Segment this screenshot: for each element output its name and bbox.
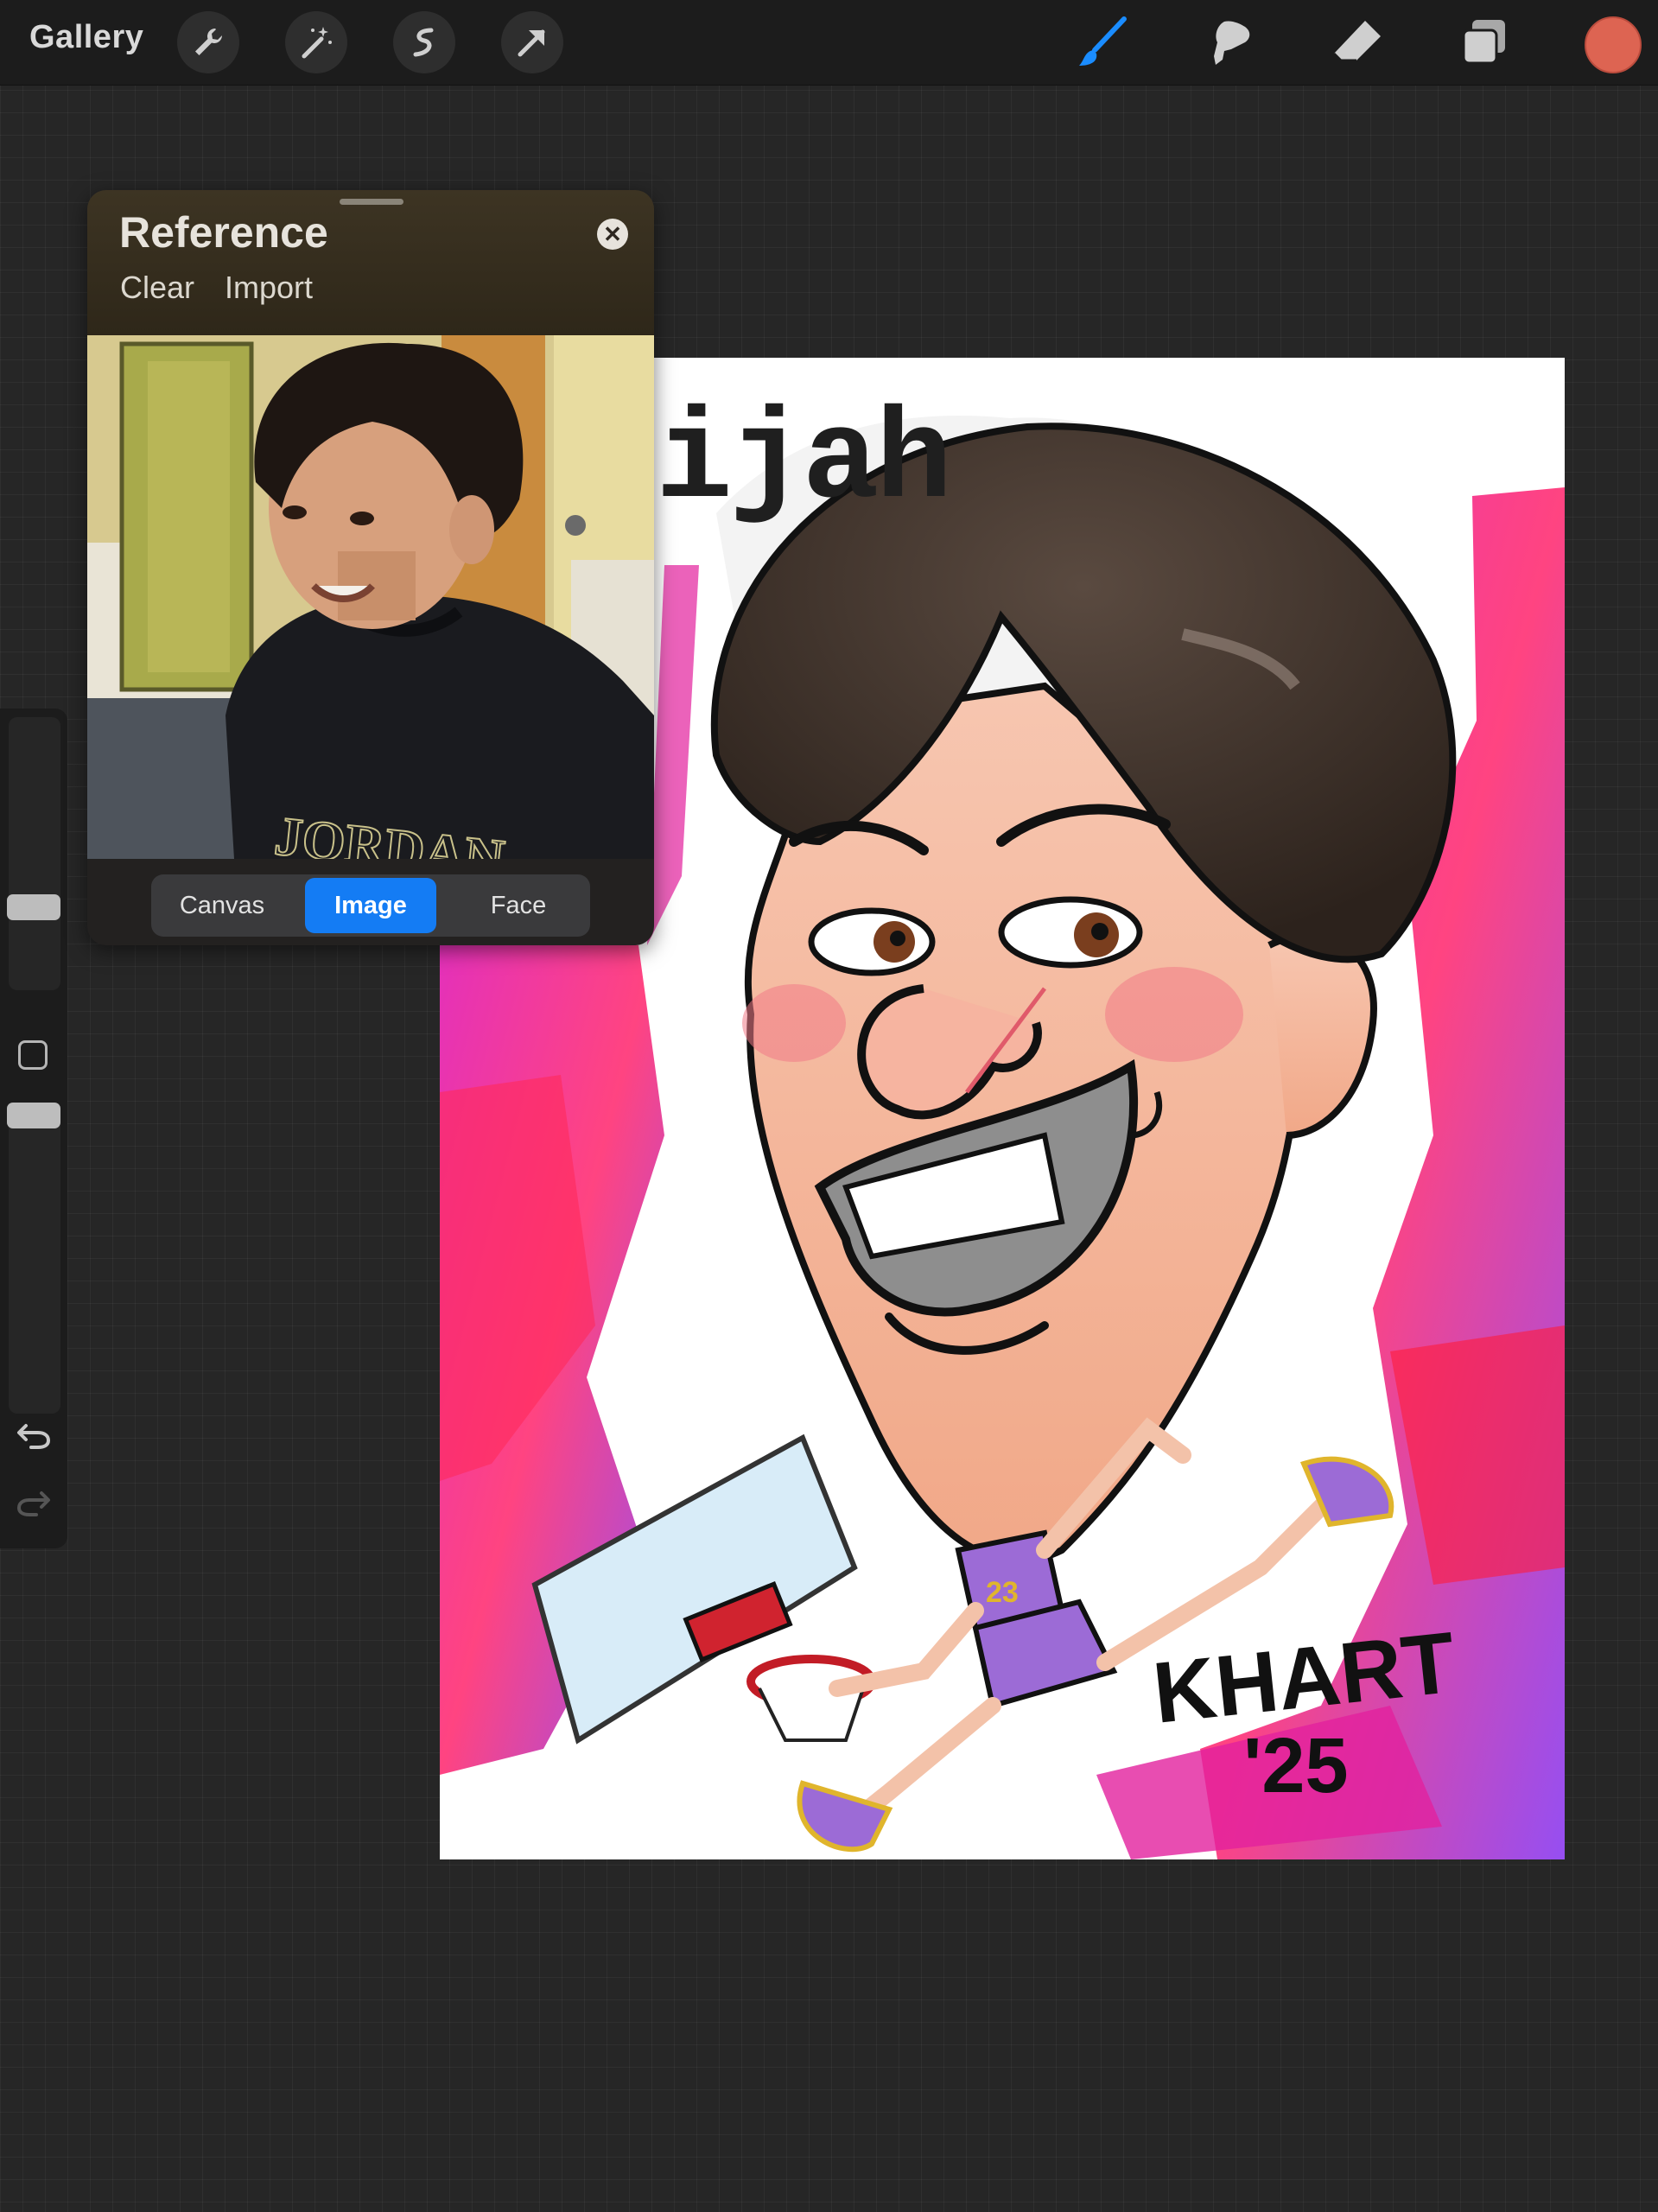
brush-size-slider[interactable]	[7, 717, 60, 990]
import-button[interactable]: Import	[225, 270, 313, 306]
tab-face[interactable]: Face	[450, 878, 587, 933]
transform-arrow-icon	[518, 29, 545, 57]
selection-button[interactable]	[393, 11, 455, 73]
layers-button[interactable]	[1456, 14, 1513, 71]
reference-panel[interactable]: Reference ✕ Clear Import JORDAN Canvas I…	[87, 190, 654, 945]
smudge-button[interactable]	[1203, 14, 1260, 71]
selection-icon	[413, 28, 434, 57]
reference-title: Reference	[119, 208, 328, 257]
top-toolbar: Gallery	[0, 0, 1658, 86]
brush-icon	[1079, 16, 1127, 66]
adjustments-button[interactable]	[285, 11, 347, 73]
redo-icon[interactable]	[16, 1488, 52, 1517]
eraser-icon	[1332, 21, 1381, 62]
wrench-icon	[195, 28, 222, 55]
clear-button[interactable]: Clear	[120, 270, 194, 306]
jersey-number: 23	[986, 1576, 1019, 1609]
transform-button[interactable]	[501, 11, 563, 73]
reference-header: Reference ✕ Clear Import	[87, 190, 654, 335]
layers-icon	[1462, 20, 1505, 65]
opacity-thumb[interactable]	[7, 1103, 60, 1128]
panel-drag-handle[interactable]	[340, 199, 403, 205]
undo-icon[interactable]	[16, 1421, 52, 1450]
tab-image[interactable]: Image	[305, 878, 436, 933]
reference-mode-selector: Canvas Image Face	[151, 874, 590, 937]
gallery-button[interactable]: Gallery	[29, 19, 143, 56]
modify-button[interactable]	[18, 1040, 48, 1070]
tab-canvas[interactable]: Canvas	[155, 878, 289, 933]
color-picker-button[interactable]	[1585, 16, 1642, 73]
brush-button[interactable]	[1074, 14, 1131, 71]
opacity-slider[interactable]	[7, 1103, 60, 1414]
smudge-icon	[1214, 21, 1250, 66]
close-icon[interactable]: ✕	[597, 219, 628, 250]
actions-button[interactable]	[177, 11, 239, 73]
eraser-button[interactable]	[1329, 14, 1386, 71]
artist-signature-year: '25	[1243, 1723, 1349, 1809]
side-slider-bar	[0, 709, 67, 1548]
reference-photo: JORDAN	[87, 335, 654, 859]
magic-wand-icon	[302, 27, 332, 59]
brush-size-thumb[interactable]	[7, 894, 60, 920]
artwork-name-text: ijah	[656, 391, 952, 535]
